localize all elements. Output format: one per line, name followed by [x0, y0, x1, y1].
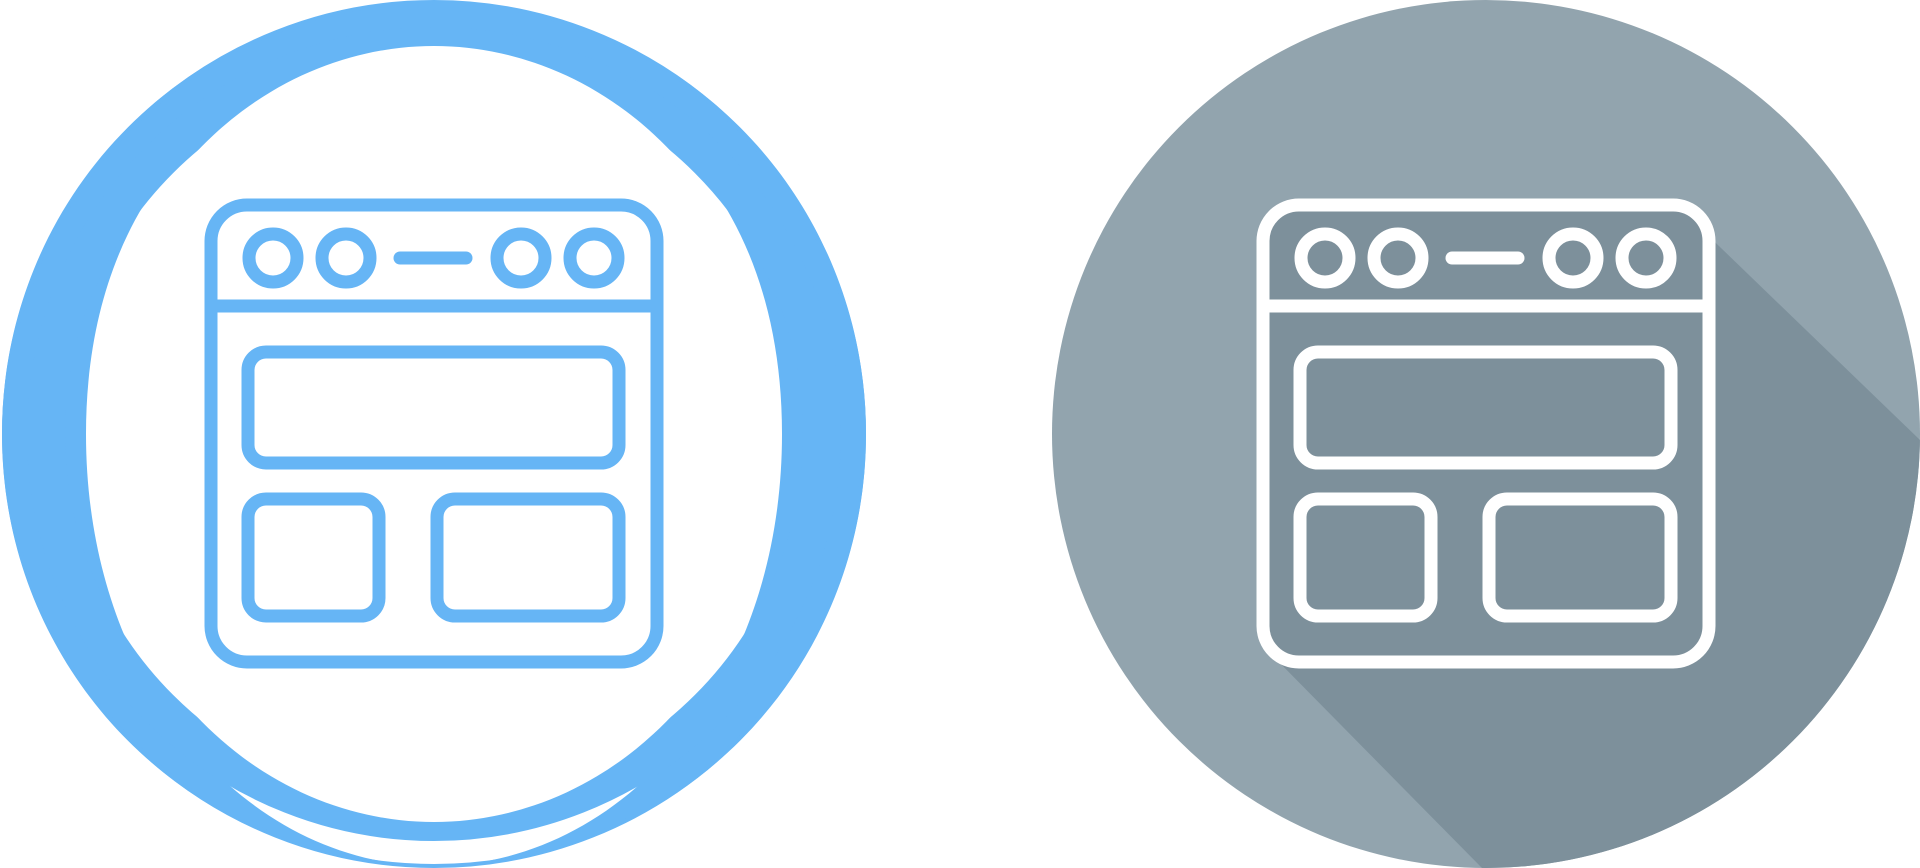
web-layout-icon-flat: [1052, 0, 1920, 868]
layout-icon-svg: [2, 0, 866, 868]
inner-ring-cut: [88, 46, 780, 822]
web-layout-icon-outline: [0, 0, 868, 868]
layout-icon-svg: [1052, 0, 1920, 868]
